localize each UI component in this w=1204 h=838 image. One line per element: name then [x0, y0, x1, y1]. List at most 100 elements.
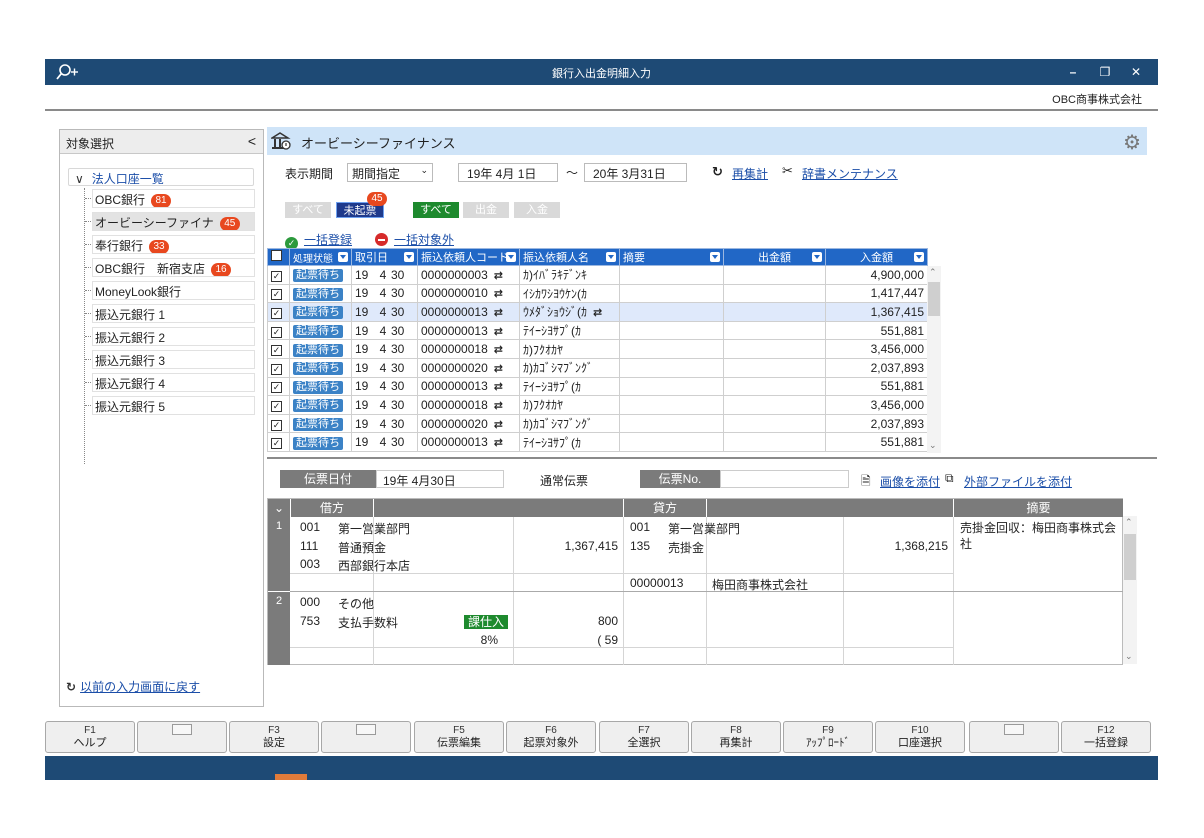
repeat-icon[interactable]: ⇄	[494, 288, 503, 300]
deposit-cell[interactable]: 2,037,893	[825, 357, 928, 378]
repeat-icon[interactable]: ⇄	[494, 344, 503, 356]
dropdown-icon[interactable]	[812, 252, 822, 262]
row-checkbox-cell[interactable]: ✓	[267, 302, 290, 322]
dropdown-icon[interactable]	[914, 252, 924, 262]
payer-name-cell[interactable]: ｶ)ﾌｸｵｶﾔ	[519, 395, 620, 415]
table-row[interactable]: ✓ 起票待ち 19 4 30 0000000013 ⇄ ｳﾒﾀﾞｼｮｳｼﾞ(ｶ ⇄ 1,367,4…	[267, 302, 928, 322]
col-status[interactable]: 処理状態	[289, 248, 352, 266]
table-row[interactable]: ✓ 起票待ち 19 4 30 0000000013 ⇄ ﾃｲｰｼﾖｻﾌﾟ(ｶ 551,881	[267, 432, 928, 452]
row-checkbox[interactable]: ✓	[271, 363, 282, 375]
withdrawal-cell[interactable]	[723, 339, 826, 359]
table-row[interactable]: ✓ 起票待ち 19 4 30 0000000013 ⇄ ﾃｲｰｼﾖｻﾌﾟ(ｶ 551,881	[267, 376, 928, 397]
payer-name-cell[interactable]: ｶ)ｲﾊﾞﾗｷﾃﾞﾝｷ	[519, 265, 620, 285]
tree-item-bank[interactable]: 振込元銀行 1	[92, 304, 255, 323]
date-from-field[interactable]: 19年 4月 1日	[458, 163, 558, 182]
deposit-cell[interactable]: 3,456,000	[825, 395, 928, 415]
deposit-cell[interactable]: 4,900,000	[825, 265, 928, 285]
repeat-icon[interactable]: ⇄	[494, 307, 503, 319]
tree-item-bank[interactable]: OBC銀行 81	[92, 189, 255, 208]
scroll-up-icon[interactable]: ⌃	[929, 267, 937, 278]
payer-code-cell[interactable]: 0000000013 ⇄	[417, 376, 520, 397]
voucher-type[interactable]: 通常伝票	[508, 470, 620, 488]
tree-item-bank[interactable]: 振込元銀行 3	[92, 350, 255, 369]
memo-cell[interactable]	[619, 265, 724, 285]
credit-dept-code[interactable]: 001	[630, 520, 650, 534]
tree-item-bank[interactable]: MoneyLook銀行	[92, 281, 255, 300]
dropdown-icon[interactable]	[404, 252, 414, 262]
tree-root-corporate-accounts[interactable]: ∨ 法人口座一覧	[68, 168, 254, 186]
repeat-icon[interactable]: ⇄	[494, 400, 503, 412]
payer-code-cell[interactable]: 0000000018 ⇄	[417, 395, 520, 415]
row-checkbox[interactable]: ✓	[271, 419, 282, 431]
memo-cell[interactable]	[619, 413, 724, 434]
payer-name-cell[interactable]: ﾃｲｰｼﾖｻﾌﾟ(ｶ	[519, 320, 620, 341]
select-all-header[interactable]	[267, 248, 290, 266]
memo-cell[interactable]	[619, 320, 724, 341]
row-checkbox-cell[interactable]: ✓	[267, 357, 290, 378]
tree-item-bank[interactable]: 振込元銀行 5	[92, 396, 255, 415]
fkey-f7-button[interactable]: F7 全選択	[599, 721, 689, 753]
fkey-blank-button[interactable]	[321, 721, 411, 753]
payer-code-cell[interactable]: 0000000020 ⇄	[417, 357, 520, 378]
row-checkbox[interactable]: ✓	[271, 307, 282, 319]
deposit-cell[interactable]: 3,456,000	[825, 339, 928, 359]
withdrawal-cell[interactable]	[723, 395, 826, 415]
debit-dept-code[interactable]: 000	[300, 595, 320, 609]
row-checkbox-cell[interactable]: ✓	[267, 376, 290, 397]
row-checkbox-cell[interactable]: ✓	[267, 320, 290, 341]
withdrawal-cell[interactable]	[723, 357, 826, 378]
memo-cell[interactable]	[619, 339, 724, 359]
memo-cell[interactable]	[619, 432, 724, 452]
journal-scrollbar[interactable]: ⌃ ⌄	[1123, 516, 1137, 664]
tree-item-bank[interactable]: 奉行銀行 33	[92, 235, 255, 254]
tree-item-bank[interactable]: OBC銀行 新宿支店 16	[92, 258, 255, 277]
filter-all-direction-button[interactable]: すべて	[413, 202, 459, 218]
payer-name-cell[interactable]: ｶ)ｶｺﾞｼﾏﾌﾞﾝｸﾞ	[519, 413, 620, 434]
table-row[interactable]: ✓ 起票待ち 19 4 30 0000000013 ⇄ ﾃｲｰｼﾖｻﾌﾟ(ｶ 551,881	[267, 320, 928, 341]
scroll-down-icon[interactable]: ⌄	[1125, 651, 1133, 662]
payer-code-cell[interactable]: 0000000010 ⇄	[417, 283, 520, 304]
scroll-up-icon[interactable]: ⌃	[1125, 517, 1133, 528]
fkey-f8-button[interactable]: F8 再集計	[691, 721, 781, 753]
fkey-f5-button[interactable]: F5 伝票編集	[414, 721, 504, 753]
deposit-cell[interactable]: 551,881	[825, 376, 928, 397]
payer-name-cell[interactable]: ｲｼｶﾜｼﾖｳｹﾝ(ｶ	[519, 283, 620, 304]
gear-icon[interactable]: ⚙	[1123, 130, 1141, 155]
payer-name-cell[interactable]: ﾃｲｰｼﾖｻﾌﾟ(ｶ	[519, 432, 620, 452]
repeat-icon[interactable]: ⇄	[494, 363, 503, 375]
dropdown-icon[interactable]	[606, 252, 616, 262]
scroll-thumb[interactable]	[1124, 534, 1136, 580]
dropdown-icon[interactable]	[506, 252, 516, 262]
repeat-icon[interactable]: ⇄	[494, 437, 503, 449]
attach-image-link[interactable]: 画像を添付	[880, 473, 940, 490]
voucher-no-field[interactable]	[720, 470, 849, 488]
repeat-icon[interactable]: ⇄	[494, 419, 503, 431]
payer-code-cell[interactable]: 0000000018 ⇄	[417, 339, 520, 359]
payer-code-cell[interactable]: 0000000020 ⇄	[417, 413, 520, 434]
voucher-date-field[interactable]: 19年 4月30日	[376, 470, 504, 488]
table-row[interactable]: ✓ 起票待ち 19 4 30 0000000020 ⇄ ｶ)ｶｺﾞｼﾏﾌﾞﾝｸﾞ 2,037,8…	[267, 357, 928, 378]
debit-dept-code[interactable]: 001	[300, 520, 320, 534]
minimize-button[interactable]: –	[1062, 62, 1084, 82]
credit-amount[interactable]: 1,368,215	[848, 539, 948, 553]
attach-external-file-link[interactable]: 外部ファイルを添付	[964, 473, 1072, 490]
fkey-f9-button[interactable]: F9 ｱｯﾌﾟﾛｰﾄﾞ	[783, 721, 873, 753]
col-payer-name[interactable]: 振込依頼人名	[519, 248, 620, 266]
fkey-f6-button[interactable]: F6 起票対象外	[506, 721, 596, 753]
table-row[interactable]: ✓ 起票待ち 19 4 30 0000000018 ⇄ ｶ)ﾌｸｵｶﾔ 3,456,000	[267, 395, 928, 415]
row-checkbox-cell[interactable]: ✓	[267, 432, 290, 452]
withdrawal-cell[interactable]	[723, 302, 826, 322]
fkey-f12-button[interactable]: F12 一括登録	[1061, 721, 1151, 753]
recalc-link[interactable]: 再集計	[732, 165, 768, 182]
repeat-icon[interactable]: ⇄	[494, 381, 503, 393]
credit-account-code[interactable]: 135	[630, 539, 650, 553]
period-select[interactable]: 期間指定 ⌄	[347, 163, 433, 182]
debit-amount[interactable]: 1,367,415	[520, 539, 618, 553]
withdrawal-cell[interactable]	[723, 376, 826, 397]
filter-all-status-button[interactable]: すべて	[285, 202, 331, 218]
fkey-f10-button[interactable]: F10 口座選択	[875, 721, 965, 753]
row-checkbox-cell[interactable]: ✓	[267, 413, 290, 434]
table-row[interactable]: ✓ 起票待ち 19 4 30 0000000018 ⇄ ｶ)ﾌｸｵｶﾔ 3,456,000	[267, 339, 928, 359]
col-payer-code[interactable]: 振込依頼人コード	[417, 248, 520, 266]
bulk-exclude-link[interactable]: 一括対象外	[375, 231, 454, 248]
